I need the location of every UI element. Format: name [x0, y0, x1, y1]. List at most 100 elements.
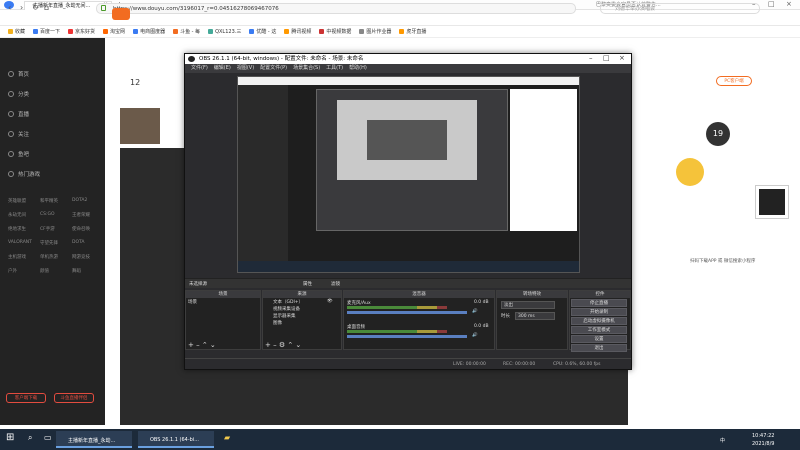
sidebar-label: 首页	[18, 72, 30, 78]
bookmark-item[interactable]: 图片作业器	[359, 26, 391, 37]
sidebar-item[interactable]: 首页	[8, 70, 29, 78]
refresh-icon[interactable]: ↻	[32, 3, 39, 12]
close-button[interactable]: ×	[786, 0, 792, 8]
client-download-button[interactable]: 客户端下载	[6, 393, 46, 403]
task-view-icon[interactable]: ▭	[44, 433, 52, 442]
bookmark-icon	[359, 29, 365, 34]
nested-obs-preview	[316, 89, 508, 231]
category-link[interactable]: DOTA	[72, 240, 85, 245]
obs-preview[interactable]	[237, 76, 580, 273]
category-link[interactable]: 英雄联盟	[8, 198, 26, 204]
search-input[interactable]: 刘德华举办演唱会	[600, 3, 760, 14]
obs-maximize-button[interactable]: □	[603, 54, 610, 62]
category-link[interactable]: 单机热游	[40, 254, 58, 260]
bookmark-item[interactable]: 百度一下	[33, 26, 60, 37]
studio-mode-button[interactable]: 工作室模式	[571, 326, 627, 334]
obs-menu-item[interactable]: 文件(F)	[191, 65, 208, 71]
streamer-thumbnail[interactable]	[120, 108, 160, 144]
douyu-logo[interactable]	[112, 8, 130, 20]
bookmark-item[interactable]: 收藏	[8, 26, 25, 37]
visibility-icon[interactable]: 👁	[327, 299, 333, 304]
category-link[interactable]: 颜值	[40, 268, 49, 274]
exit-button[interactable]: 退出	[571, 344, 627, 352]
input-language[interactable]: 中	[720, 437, 725, 444]
obs-menu-item[interactable]: 视图(V)	[237, 65, 254, 71]
stop-streaming-button[interactable]: 停止直播	[571, 299, 627, 307]
sidebar-item[interactable]: 关注	[8, 130, 29, 138]
bookmark-icon	[208, 29, 214, 34]
folder-icon[interactable]: ▰	[224, 433, 230, 442]
source-item[interactable]: 图像	[273, 320, 282, 326]
sidebar-item[interactable]: 鱼吧	[8, 150, 29, 158]
pc-client-badge[interactable]: PC客户端	[716, 76, 752, 86]
volume-slider[interactable]	[347, 335, 467, 338]
obs-minimize-button[interactable]: –	[589, 54, 593, 62]
back-icon[interactable]: ‹	[8, 3, 11, 12]
obs-menubar: 文件(F) 编辑(E) 视图(V) 配置文件(P) 场景集合(S) 工具(T) 帮助(H)	[185, 64, 631, 73]
source-item[interactable]: 视频采集设备	[273, 306, 300, 312]
category-link[interactable]: DOTA2	[72, 198, 87, 203]
home-icon[interactable]: ⌂	[44, 3, 49, 12]
category-link[interactable]: CF手游	[40, 226, 55, 232]
filters-button[interactable]: 滤镜	[331, 281, 340, 287]
sidebar-item[interactable]: 直播	[8, 110, 29, 118]
category-link[interactable]: 王者荣耀	[72, 212, 90, 218]
obs-menu-item[interactable]: 配置文件(P)	[260, 65, 287, 71]
address-bar[interactable]: https://www.douyu.com/3196017_r=0.045162…	[96, 3, 576, 14]
sidebar-item[interactable]: 分类	[8, 90, 29, 98]
maximize-button[interactable]: □	[768, 0, 775, 8]
category-link[interactable]: 和平精英	[40, 198, 58, 204]
bookmark-item[interactable]: 中视频数据	[319, 26, 351, 37]
settings-button[interactable]: 设置	[571, 335, 627, 343]
category-link[interactable]: 永劫无间	[8, 212, 26, 218]
nested-sidebar	[238, 85, 288, 261]
duration-input[interactable]: 300 ms	[515, 312, 555, 320]
source-item[interactable]: 显示器采集	[273, 313, 296, 319]
obs-menu-item[interactable]: 编辑(E)	[214, 65, 231, 71]
scene-add-icon[interactable]: + – ⌃ ⌄	[188, 341, 216, 349]
obs-menu-item[interactable]: 帮助(H)	[349, 65, 367, 71]
category-link[interactable]: 网游竞技	[72, 254, 90, 260]
bookmark-item[interactable]: 虎牙直播	[399, 26, 426, 37]
start-recording-button[interactable]: 开始录制	[571, 308, 627, 316]
category-link[interactable]: 户外	[8, 268, 17, 274]
companion-button[interactable]: 斗鱼直播伴侣	[54, 393, 94, 403]
properties-button[interactable]: 属性	[303, 281, 312, 287]
bookmark-item[interactable]: 腾讯视频	[284, 26, 311, 37]
category-link[interactable]: CS:GO	[40, 212, 55, 217]
bookmark-item[interactable]: 优酷 - 这	[249, 26, 277, 37]
clock-date[interactable]: 2021/8/9	[752, 441, 774, 447]
sidebar-item[interactable]: 热门游戏	[8, 170, 40, 178]
virtual-camera-button[interactable]: 启动虚拟摄像机	[571, 317, 627, 325]
category-link[interactable]: 舞蹈	[72, 268, 81, 274]
bookmark-icon	[284, 29, 290, 34]
obs-menu-item[interactable]: 场景集合(S)	[293, 65, 320, 71]
speaker-icon[interactable]: 🔊	[472, 333, 478, 338]
obs-menu-item[interactable]: 工具(T)	[326, 65, 343, 71]
bookmark-label: 优酷 - 这	[256, 29, 277, 35]
category-link[interactable]: 主机游戏	[8, 254, 26, 260]
bookmark-item[interactable]: QXL123.三	[208, 26, 241, 37]
category-link[interactable]: 绝地求生	[8, 226, 26, 232]
transition-select[interactable]: 淡出	[501, 301, 555, 309]
speaker-icon[interactable]: 🔊	[472, 309, 478, 314]
category-link[interactable]: VALORANT	[8, 240, 32, 245]
search-icon[interactable]: ⌕	[28, 433, 32, 443]
bookmark-label: 京东好货	[75, 29, 96, 35]
obs-close-button[interactable]: ×	[619, 54, 625, 62]
bookmark-item[interactable]: 斗鱼 - 每	[173, 26, 200, 37]
forward-icon[interactable]: ›	[20, 3, 23, 12]
room-count: 12	[130, 78, 141, 87]
bookmark-item[interactable]: 电商图度器	[133, 26, 165, 37]
scenes-dock: 场景 场景 + – ⌃ ⌄	[185, 290, 261, 350]
category-link[interactable]: 使命召唤	[72, 226, 90, 232]
start-button[interactable]: ⊞	[6, 432, 14, 443]
clock-time[interactable]: 10:47:22	[752, 433, 774, 439]
volume-slider[interactable]	[347, 311, 467, 314]
scene-item[interactable]: 场景	[188, 299, 197, 305]
bookmark-item[interactable]: 京东好货	[68, 26, 96, 37]
source-item[interactable]: 文本（GDI+）	[273, 299, 303, 305]
category-link[interactable]: 守望先锋	[40, 240, 58, 246]
bookmark-item[interactable]: 淘宝网	[103, 26, 125, 37]
source-add-icon[interactable]: + – ⚙ ⌃ ⌄	[265, 341, 301, 349]
